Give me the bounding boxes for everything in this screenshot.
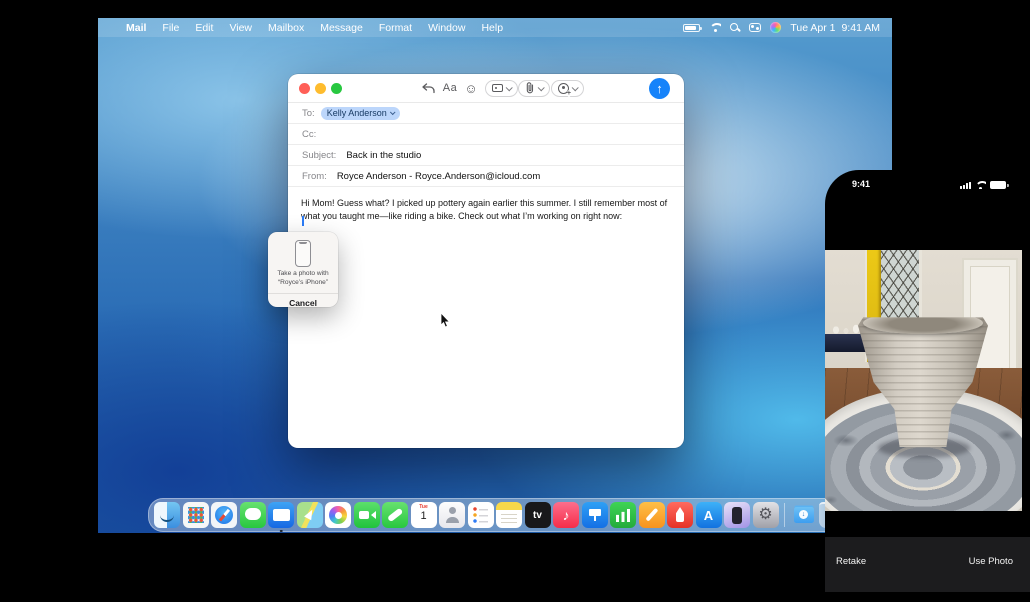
menu-item-file[interactable]: File <box>154 22 187 34</box>
screenshot-stage: Mail File Edit View Mailbox Message Form… <box>0 0 1030 602</box>
retake-button[interactable]: Retake <box>836 556 866 567</box>
subject-label: Subject: <box>302 150 336 161</box>
send-button[interactable]: ↑ <box>649 78 670 99</box>
menu-item-message[interactable]: Message <box>312 22 371 34</box>
photo-browser-button[interactable] <box>485 80 518 97</box>
from-field[interactable]: From: Royce Anderson - Royce.Anderson@ic… <box>288 166 684 187</box>
menu-item-help[interactable]: Help <box>473 22 511 34</box>
recipient-token[interactable]: Kelly Anderson <box>321 107 400 120</box>
to-label: To: <box>302 108 315 119</box>
dock-pages-icon[interactable] <box>639 502 665 528</box>
menu-item-format[interactable]: Format <box>371 22 420 34</box>
dock-iphone-mirroring-icon[interactable] <box>724 502 750 528</box>
iphone-camera-screen: 9:41 Retake Use Photo <box>825 170 1030 602</box>
menu-item-mailbox[interactable]: Mailbox <box>260 22 312 34</box>
iphone-icon <box>295 240 311 267</box>
chevron-down-icon <box>572 84 579 91</box>
menu-item-mail[interactable]: Mail <box>118 22 154 34</box>
menu-item-view[interactable]: View <box>221 22 260 34</box>
dock: Tue 1 <box>148 498 851 532</box>
popover-message-line2: “Royce’s iPhone” <box>268 279 338 288</box>
search-icon[interactable] <box>730 23 740 33</box>
dock-contacts-icon[interactable] <box>439 502 465 528</box>
calendar-day: 1 <box>411 510 437 522</box>
emoji-icon[interactable]: ☺ <box>462 79 480 97</box>
close-window-button[interactable] <box>299 83 310 94</box>
dock-tv-icon[interactable] <box>525 502 551 528</box>
control-center-icon[interactable] <box>749 23 761 32</box>
to-field[interactable]: To: Kelly Anderson <box>288 103 684 124</box>
dock-rocket-icon[interactable] <box>667 502 693 528</box>
compose-titlebar: Aa ☺ ↑ <box>288 74 684 103</box>
cancel-button[interactable]: Cancel <box>268 294 338 308</box>
iphone-status-bar: 9:41 <box>825 170 1030 200</box>
dock-reminders-icon[interactable] <box>468 502 494 528</box>
continuity-camera-popover: Take a photo with “Royce’s iPhone” Cance… <box>268 232 338 307</box>
cc-label: Cc: <box>302 129 316 140</box>
chevron-down-icon <box>506 84 513 91</box>
dock-photos-icon[interactable] <box>325 502 351 528</box>
chevron-down-icon <box>390 109 396 115</box>
dock-stocks-icon[interactable] <box>610 502 636 528</box>
use-photo-button[interactable]: Use Photo <box>969 556 1013 567</box>
dock-maps-icon[interactable] <box>297 502 323 528</box>
dock-facetime-icon[interactable] <box>354 502 380 528</box>
battery-icon <box>990 181 1006 189</box>
undo-icon[interactable] <box>419 79 437 97</box>
dock-divider <box>784 503 785 527</box>
dock-downloads-icon[interactable] <box>791 502 817 528</box>
dock-finder-icon[interactable] <box>154 502 180 528</box>
dock-calendar-icon[interactable]: Tue 1 <box>411 502 437 528</box>
photo-icon <box>492 84 503 92</box>
dock-safari-icon[interactable] <box>211 502 237 528</box>
subject-value: Back in the studio <box>346 150 421 161</box>
dock-launchpad-icon[interactable] <box>183 502 209 528</box>
recipient-name: Kelly Anderson <box>327 108 387 118</box>
dock-music-icon[interactable] <box>553 502 579 528</box>
message-body[interactable]: Hi Mom! Guess what? I picked up pottery … <box>288 188 684 448</box>
mail-compose-window: Aa ☺ ↑ To: <box>288 74 684 448</box>
menu-bar: Mail File Edit View Mailbox Message Form… <box>98 18 892 37</box>
menu-bar-clock[interactable]: Tue Apr 1 9:41 AM <box>790 22 880 34</box>
from-label: From: <box>302 171 327 182</box>
add-contact-button[interactable] <box>551 80 584 97</box>
dock-mail-icon[interactable] <box>268 502 294 528</box>
captured-photo-pottery <box>825 250 1022 511</box>
menu-item-edit[interactable]: Edit <box>187 22 221 34</box>
signal-icon <box>960 181 971 189</box>
from-value: Royce Anderson - Royce.Anderson@icloud.c… <box>337 171 540 182</box>
menu-bar-time: 9:41 AM <box>841 22 880 34</box>
subject-field[interactable]: Subject: Back in the studio <box>288 145 684 166</box>
paperclip-icon <box>525 82 535 94</box>
mouse-cursor <box>440 313 452 334</box>
attach-file-button[interactable] <box>518 80 550 97</box>
minimize-window-button[interactable] <box>315 83 326 94</box>
camera-action-bar: Retake Use Photo <box>825 537 1030 592</box>
menu-item-window[interactable]: Window <box>420 22 473 34</box>
dock-system-settings-icon[interactable] <box>753 502 779 528</box>
dock-phone-icon[interactable] <box>382 502 408 528</box>
siri-icon[interactable] <box>770 22 781 33</box>
message-body-text: Hi Mom! Guess what? I picked up pottery … <box>301 197 677 223</box>
dock-messages-icon[interactable] <box>240 502 266 528</box>
zoom-window-button[interactable] <box>331 83 342 94</box>
contact-icon <box>558 83 569 94</box>
mac-desktop: Mail File Edit View Mailbox Message Form… <box>98 18 892 533</box>
cc-field[interactable]: Cc: <box>288 124 684 145</box>
text-cursor <box>302 216 304 226</box>
format-button[interactable]: Aa <box>440 79 460 97</box>
dock-notes-icon[interactable] <box>496 502 522 528</box>
popover-message-line1: Take a photo with <box>268 270 338 279</box>
dock-app-store-icon[interactable] <box>696 502 722 528</box>
menu-bar-date: Tue Apr 1 <box>790 22 835 34</box>
chevron-down-icon <box>538 84 545 91</box>
wifi-icon <box>975 181 986 189</box>
battery-icon[interactable] <box>683 24 700 32</box>
running-indicator <box>280 530 283 533</box>
compose-fields: To: Kelly Anderson Cc: Subject: Back in … <box>288 103 684 187</box>
wifi-icon[interactable] <box>709 23 721 32</box>
iphone-time: 9:41 <box>852 179 870 189</box>
dock-keynote-icon[interactable] <box>582 502 608 528</box>
